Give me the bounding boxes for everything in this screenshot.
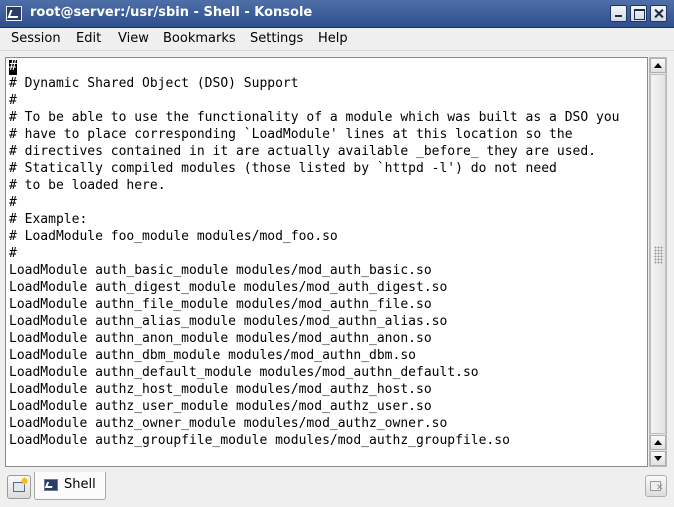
menu-bookmarks[interactable]: Bookmarks xyxy=(162,31,237,46)
terminal-line: LoadModule authn_file_module modules/mod… xyxy=(9,297,432,312)
star-icon: ✸ xyxy=(20,475,30,488)
terminal-line: LoadModule authn_alias_module modules/mo… xyxy=(9,314,448,329)
arrow-down-icon xyxy=(654,456,662,461)
terminal-line: # directives contained in it are actuall… xyxy=(9,144,596,159)
scroll-up-button[interactable] xyxy=(650,58,666,73)
terminal-view[interactable]: # # Dynamic Shared Object (DSO) Support … xyxy=(5,57,648,467)
terminal-line: # LoadModule foo_module modules/mod_foo.… xyxy=(9,229,338,244)
window-title: root@server:/usr/sbin - Shell - Konsole xyxy=(30,5,313,20)
terminal-line: # Dynamic Shared Object (DSO) Support xyxy=(9,76,299,91)
close-icon[interactable] xyxy=(650,5,667,22)
scroll-down-button[interactable] xyxy=(650,451,666,466)
session-tab-bar: ✸ Shell ✕ xyxy=(0,469,674,507)
minimize-icon[interactable] xyxy=(610,5,627,22)
arrow-up-icon xyxy=(654,440,662,445)
konsole-terminal-icon[interactable] xyxy=(6,6,22,21)
maximize-icon[interactable] xyxy=(630,5,647,22)
menu-settings[interactable]: Settings xyxy=(249,31,304,46)
terminal-line: LoadModule authz_groupfile_module module… xyxy=(9,433,510,448)
terminal-line: # have to place corresponding `LoadModul… xyxy=(9,127,573,142)
menu-session[interactable]: Session xyxy=(10,31,62,46)
scroll-up-button-lower[interactable] xyxy=(650,435,666,450)
terminal-line: LoadModule authn_anon_module modules/mod… xyxy=(9,331,432,346)
new-session-button[interactable]: ✸ xyxy=(7,475,31,499)
menu-help[interactable]: Help xyxy=(317,31,349,46)
terminal-line: LoadModule authz_owner_module modules/mo… xyxy=(9,416,448,431)
terminal-line: # to be loaded here. xyxy=(9,178,166,193)
terminal-line: LoadModule authn_dbm_module modules/mod_… xyxy=(9,348,416,363)
terminal-line: # Statically compiled modules (those lis… xyxy=(9,161,557,176)
window-titlebar[interactable]: root@server:/usr/sbin - Shell - Konsole xyxy=(0,0,674,28)
vertical-scrollbar[interactable] xyxy=(649,57,667,467)
terminal-line: LoadModule authz_host_module modules/mod… xyxy=(9,382,432,397)
arrow-up-icon xyxy=(654,63,662,68)
terminal-icon xyxy=(44,479,58,491)
cursor-character: # xyxy=(9,59,17,74)
terminal-line: # xyxy=(9,93,17,108)
menu-edit[interactable]: Edit xyxy=(75,31,102,46)
menu-bar: Session Edit View Bookmarks Settings Hel… xyxy=(0,28,674,51)
tab-label: Shell xyxy=(64,477,96,492)
grip-icon xyxy=(654,246,663,264)
terminal-line: LoadModule auth_basic_module modules/mod… xyxy=(9,263,432,278)
terminal-line: LoadModule authn_default_module modules/… xyxy=(9,365,479,380)
terminal-line: # xyxy=(9,195,17,210)
terminal-line: LoadModule authz_user_module modules/mod… xyxy=(9,399,432,414)
terminal-line: # Example: xyxy=(9,212,88,227)
terminal-line: # xyxy=(9,246,17,261)
tab-shell[interactable]: Shell xyxy=(34,472,106,500)
close-icon: ✕ xyxy=(656,483,664,493)
scrollbar-thumb[interactable] xyxy=(650,74,666,434)
menu-view[interactable]: View xyxy=(117,31,150,46)
terminal-line: LoadModule auth_digest_module modules/mo… xyxy=(9,280,448,295)
terminal-line: # To be able to use the functionality of… xyxy=(9,110,620,125)
close-session-button[interactable]: ✕ xyxy=(645,475,667,497)
konsole-body: # # Dynamic Shared Object (DSO) Support … xyxy=(0,51,674,507)
